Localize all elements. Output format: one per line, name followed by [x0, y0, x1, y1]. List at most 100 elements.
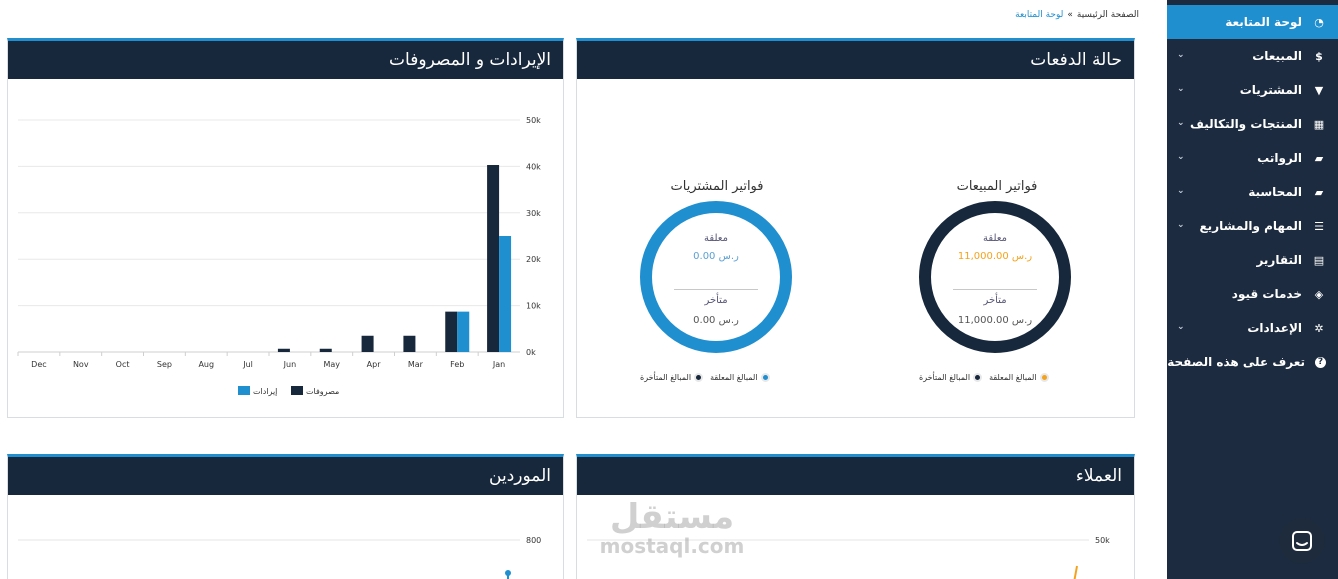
- sidebar-item-label: المشتريات: [1239, 83, 1302, 97]
- expenses-bar: [361, 335, 374, 352]
- sidebar-item[interactable]: ▤ التقارير: [1167, 243, 1338, 277]
- panel-header: الموردين: [8, 457, 563, 495]
- purchases-legend: المبالغ المعلقة المبالغ المتأخرة: [640, 373, 770, 382]
- folder-open-icon: ▰: [1314, 151, 1324, 165]
- x-tick-label: Sep: [157, 360, 172, 369]
- sidebar-item-label: الإعدادات: [1247, 321, 1302, 335]
- sales-invoices-title: فواتير المبيعات: [956, 179, 1038, 194]
- overdue-label: متأخر: [704, 295, 728, 306]
- sidebar-item[interactable]: ? تعرف على هذه الصفحة: [1167, 345, 1338, 379]
- breadcrumb-separator: »: [1067, 10, 1073, 20]
- sidebar-item[interactable]: ▰ المحاسبة ⌄: [1167, 175, 1338, 209]
- sidebar-item-label: المنتجات والتكاليف: [1189, 117, 1302, 131]
- pending-legend-label: المبالغ المعلقة: [989, 373, 1037, 382]
- pending-value: 0.00 ر.س: [693, 251, 739, 262]
- expenses-bar: [319, 348, 332, 352]
- sidebar-item-label: المحاسبة: [1248, 185, 1302, 199]
- breadcrumb: الصفحة الرئيسية » لوحة المتابعة: [1015, 10, 1139, 20]
- x-tick-label: Jul: [242, 360, 253, 369]
- legend-swatch: [291, 386, 303, 395]
- y-tick-label: 20k: [526, 255, 541, 264]
- payment-status-panel: حالة الدفعات فواتير المشتريات معلقة 0.00…: [576, 38, 1135, 418]
- data-point: [505, 570, 511, 576]
- overdue-legend-label: المبالغ المتأخرة: [919, 373, 971, 382]
- sidebar-item[interactable]: ✲ الإعدادات ⌄: [1167, 311, 1338, 345]
- dashboard-icon: ◔: [1314, 15, 1324, 29]
- sidebar-item[interactable]: ▰ الرواتب ⌄: [1167, 141, 1338, 175]
- x-tick-label: Apr: [367, 360, 382, 369]
- dollar-icon: $: [1315, 49, 1323, 63]
- dashboard-page: الصفحة الرئيسية » لوحة المتابعة الإيرادا…: [0, 0, 1338, 579]
- chat-button[interactable]: [1279, 518, 1325, 564]
- sidebar-item[interactable]: ☰ المهام والمشاريع ⌄: [1167, 209, 1338, 243]
- axis-tick-label: 50k: [1095, 536, 1110, 545]
- overdue-legend-label: المبالغ المتأخرة: [640, 373, 692, 382]
- sidebar-item[interactable]: $ المبيعات ⌄: [1167, 39, 1338, 73]
- pending-legend-label: المبالغ المعلقة: [710, 373, 758, 382]
- overdue-label: متأخر: [983, 295, 1007, 306]
- sales-legend: المبالغ المعلقة المبالغ المتأخرة: [919, 373, 1049, 382]
- legend-swatch: [238, 386, 250, 395]
- x-tick-label: Feb: [450, 360, 464, 369]
- list-icon: ☰: [1314, 219, 1324, 233]
- x-tick-label: Oct: [116, 360, 130, 369]
- sales-donut[interactable]: معلقة 11,000.00 ر.س متأخر 11,000.00 ر.س: [919, 201, 1071, 353]
- purchases-donut[interactable]: معلقة 0.00 ر.س متأخر 0.00 ر.س: [640, 201, 792, 353]
- y-tick-label: 0k: [526, 348, 536, 357]
- watermark-latin: mostaql.com: [599, 534, 745, 558]
- file-icon: ▤: [1313, 253, 1325, 267]
- revenue-bar: [457, 311, 470, 352]
- panel-title: العملاء: [1075, 466, 1122, 486]
- x-tick-label: Jan: [492, 360, 505, 369]
- gear-icon: ✲: [1314, 321, 1324, 335]
- chevron-down-icon: ⌄: [1177, 50, 1185, 60]
- y-tick-label: 40k: [526, 162, 541, 171]
- x-tick-label: Nov: [73, 360, 89, 369]
- series-line: [1073, 565, 1078, 579]
- x-tick-label: Aug: [198, 360, 214, 369]
- overdue-legend-swatch: [973, 373, 983, 382]
- overdue-legend-swatch: [694, 373, 704, 382]
- sidebar-item[interactable]: ▦ المنتجات والتكاليف ⌄: [1167, 107, 1338, 141]
- breadcrumb-home-link[interactable]: الصفحة الرئيسية: [1077, 10, 1139, 20]
- panel-title: حالة الدفعات: [1030, 50, 1122, 70]
- x-tick-label: Jun: [283, 360, 297, 369]
- chevron-down-icon: ⌄: [1177, 152, 1185, 162]
- panel-header: الإيرادات و المصروفات: [8, 41, 563, 79]
- y-tick-label: 30k: [526, 209, 541, 218]
- overdue-value: 0.00 ر.س: [693, 315, 739, 326]
- panel-header: حالة الدفعات: [577, 41, 1134, 79]
- watermark-arabic: مستقل: [609, 497, 735, 537]
- pending-label: معلقة: [704, 233, 728, 244]
- sidebar-item[interactable]: ▼ المشتريات ⌄: [1167, 73, 1338, 107]
- sidebar: ◔ لوحة المتابعة $ المبيعات ⌄ ▼ المشتريات ⌄ ▦ المن…: [1167, 0, 1338, 579]
- x-tick-label: Mar: [408, 360, 424, 369]
- panel-title: الإيرادات و المصروفات: [389, 50, 551, 70]
- chevron-down-icon: ⌄: [1177, 220, 1185, 230]
- overdue-value: 11,000.00 ر.س: [957, 315, 1033, 326]
- chevron-down-icon: ⌄: [1177, 322, 1185, 332]
- folder-open-icon: ▰: [1314, 185, 1324, 199]
- pending-value: 11,000.00 ر.س: [957, 251, 1033, 262]
- sidebar-item[interactable]: ◈ خدمات قيود: [1167, 277, 1338, 311]
- breadcrumb-current[interactable]: لوحة المتابعة: [1015, 10, 1063, 20]
- revenue-expenses-panel: الإيرادات و المصروفات 0k 10k 20k 30k 40k 50k D…: [7, 38, 564, 418]
- sidebar-item-label: تعرف على هذه الصفحة: [1167, 355, 1305, 369]
- cubes-icon: ◈: [1314, 287, 1324, 301]
- expenses-bar: [403, 335, 416, 352]
- sidebar-item-label: التقارير: [1256, 253, 1302, 267]
- revenue-expenses-chart: 0k 10k 20k 30k 40k 50k Dec Nov Oct Sep Aug Jul Jun Ma…: [17, 116, 541, 397]
- chat-icon: [1292, 531, 1312, 551]
- expenses-bar: [445, 311, 458, 352]
- sidebar-item[interactable]: ◔ لوحة المتابعة: [1167, 5, 1338, 39]
- legend-label: إيرادات: [253, 387, 277, 397]
- pending-legend-swatch: [760, 373, 770, 382]
- sidebar-item-label: المبيعات: [1252, 49, 1302, 63]
- sidebar-item-label: خدمات قيود: [1231, 287, 1302, 301]
- y-tick-label: 50k: [526, 116, 541, 125]
- y-tick-label: 10k: [526, 302, 541, 311]
- sidebar-item-label: الرواتب: [1257, 151, 1302, 165]
- revenue-bar: [499, 236, 512, 352]
- sidebar-menu: ◔ لوحة المتابعة $ المبيعات ⌄ ▼ المشتريات ⌄ ▦ المن…: [1167, 5, 1338, 379]
- cart-icon: ▼: [1314, 83, 1324, 97]
